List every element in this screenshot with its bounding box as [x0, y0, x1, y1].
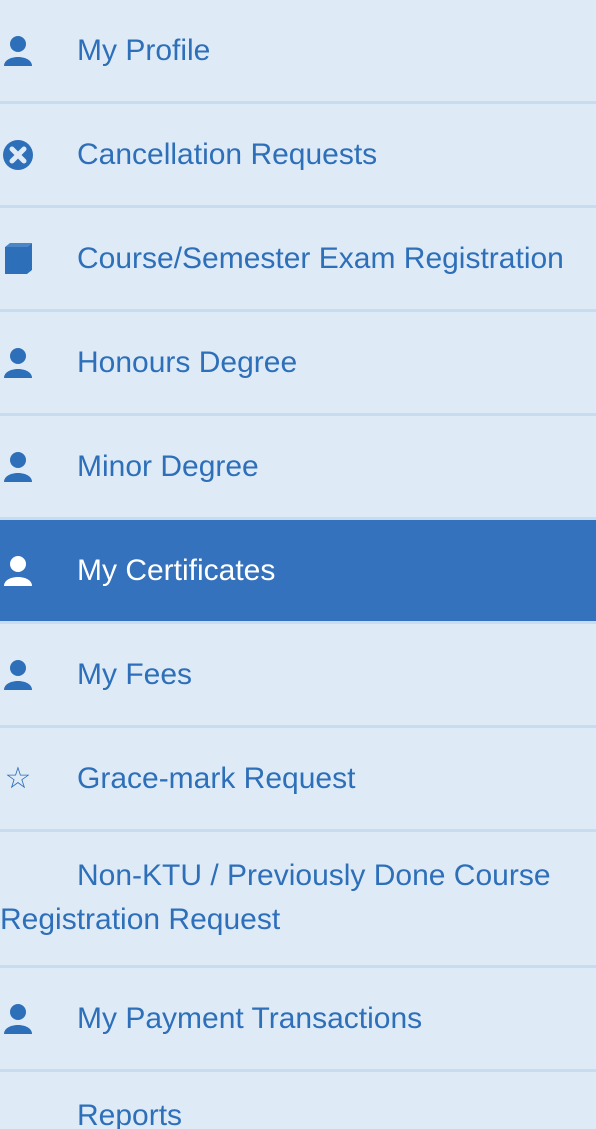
- menu-item-grace-mark-request[interactable]: ☆ Grace-mark Request: [0, 728, 596, 832]
- cancel-circle-icon: [0, 135, 38, 175]
- user-icon: [0, 551, 38, 591]
- menu-item-label: My Profile: [77, 33, 211, 67]
- menu-item-label: Grace-mark Request: [77, 761, 356, 795]
- menu-item-non-ktu-course-registration[interactable]: Non-KTU / Previously Done Course Registr…: [0, 832, 596, 968]
- menu-item-label: Honours Degree: [77, 345, 298, 379]
- menu-item-label: My Certificates: [77, 553, 276, 587]
- menu-item-label: Cancellation Requests: [77, 137, 378, 171]
- menu-item-my-fees[interactable]: My Fees: [0, 624, 596, 728]
- menu-item-label: My Payment Transactions: [77, 1001, 423, 1035]
- menu-item-label: Course/Semester Exam Registration: [77, 241, 564, 275]
- menu-item-cancellation-requests[interactable]: Cancellation Requests: [0, 104, 596, 208]
- menu-item-honours-degree[interactable]: Honours Degree: [0, 312, 596, 416]
- user-icon: [0, 447, 38, 487]
- user-icon: [0, 31, 38, 71]
- menu-item-label: Non-KTU / Previously Done Course Registr…: [0, 859, 551, 936]
- user-icon: [0, 343, 38, 383]
- menu-item-label: My Fees: [77, 657, 193, 691]
- star-icon: ☆: [4, 760, 32, 796]
- book-icon: [0, 239, 38, 279]
- menu-item-label: Reports: [77, 1099, 183, 1129]
- user-icon: [0, 655, 38, 695]
- menu-item-my-profile[interactable]: My Profile: [0, 0, 596, 104]
- sidebar-menu: My Profile Cancellation Requests Course/…: [0, 0, 596, 1129]
- menu-item-exam-registration[interactable]: Course/Semester Exam Registration: [0, 208, 596, 312]
- menu-item-my-payment-transactions[interactable]: My Payment Transactions: [0, 968, 596, 1072]
- menu-item-minor-degree[interactable]: Minor Degree: [0, 416, 596, 520]
- menu-item-label: Minor Degree: [77, 449, 259, 483]
- menu-item-reports[interactable]: Reports: [0, 1072, 596, 1129]
- menu-item-my-certificates[interactable]: My Certificates: [0, 520, 596, 624]
- user-icon: [0, 999, 38, 1039]
